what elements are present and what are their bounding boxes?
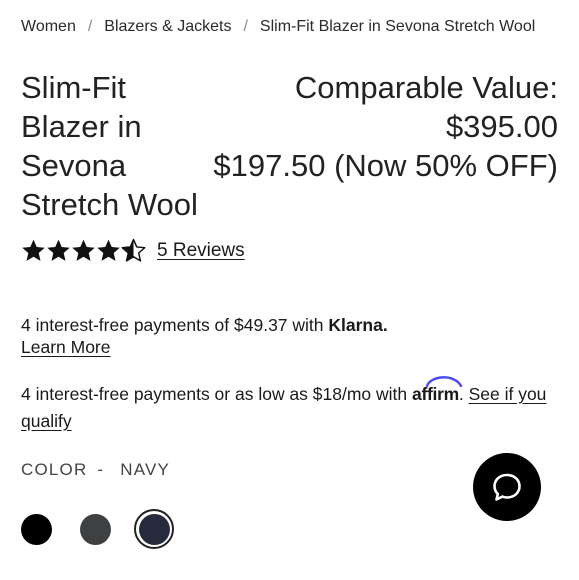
affirm-period: . <box>458 384 469 404</box>
klarna-text: 4 interest-free payments of $49.37 with <box>21 315 329 335</box>
comparable-value-price: $395.00 <box>445 109 558 144</box>
klarna-logo: Klarna. <box>328 315 388 335</box>
product-page: Women / Blazers & Jackets / Slim-Fit Bla… <box>0 0 579 580</box>
color-swatches <box>21 509 174 549</box>
breadcrumb-separator: / <box>87 18 93 35</box>
chat-button[interactable] <box>473 453 541 521</box>
price-block: Comparable Value: $395.00 $197.50 (Now 5… <box>208 68 558 185</box>
color-label: COLOR <box>21 460 88 479</box>
selected-color-name: NAVY <box>120 460 171 479</box>
comparable-value-label: Comparable Value: <box>294 70 558 105</box>
breadcrumb-blazers-jackets[interactable]: Blazers & Jackets <box>104 18 231 36</box>
star-filled-icon <box>97 239 120 261</box>
star-rating <box>21 238 146 263</box>
affirm-logo: affirm <box>412 376 463 408</box>
swatch-navy[interactable] <box>138 513 170 545</box>
breadcrumb: Women / Blazers & Jackets / Slim-Fit Bla… <box>21 18 535 36</box>
star-half-icon <box>121 238 146 262</box>
swatch-black[interactable] <box>21 513 52 545</box>
star-filled-icon <box>47 239 70 261</box>
swatch-charcoal[interactable] <box>80 513 111 545</box>
star-filled-icon <box>22 239 45 261</box>
breadcrumb-women[interactable]: Women <box>21 18 76 36</box>
klarna-message: 4 interest-free payments of $49.37 with … <box>21 314 561 358</box>
color-separator: - <box>97 460 105 479</box>
color-label-row: COLOR - NAVY <box>21 460 170 480</box>
affirm-message: 4 interest-free payments or as low as $1… <box>21 376 561 435</box>
affirm-text: 4 interest-free payments or as low as $1… <box>21 384 413 404</box>
breadcrumb-separator: / <box>243 18 248 35</box>
sale-price: $197.50 (Now 50% OFF) <box>213 148 558 183</box>
star-filled-icon <box>72 239 95 261</box>
rating: 5 Reviews <box>21 238 245 263</box>
klarna-learn-more-link[interactable]: Learn More <box>21 337 111 357</box>
affirm-arc-icon <box>425 376 463 387</box>
reviews-link[interactable]: 5 Reviews <box>157 240 245 262</box>
swatch-navy-selected-ring[interactable] <box>134 509 174 549</box>
chat-bubble-icon <box>493 473 521 501</box>
breadcrumb-current: Slim-Fit Blazer in Sevona Stretch Wool <box>259 18 536 35</box>
affirm-logo-text: affirm <box>412 384 459 404</box>
product-title: Slim-Fit Blazer in Sevona Stretch Wool <box>21 70 198 222</box>
